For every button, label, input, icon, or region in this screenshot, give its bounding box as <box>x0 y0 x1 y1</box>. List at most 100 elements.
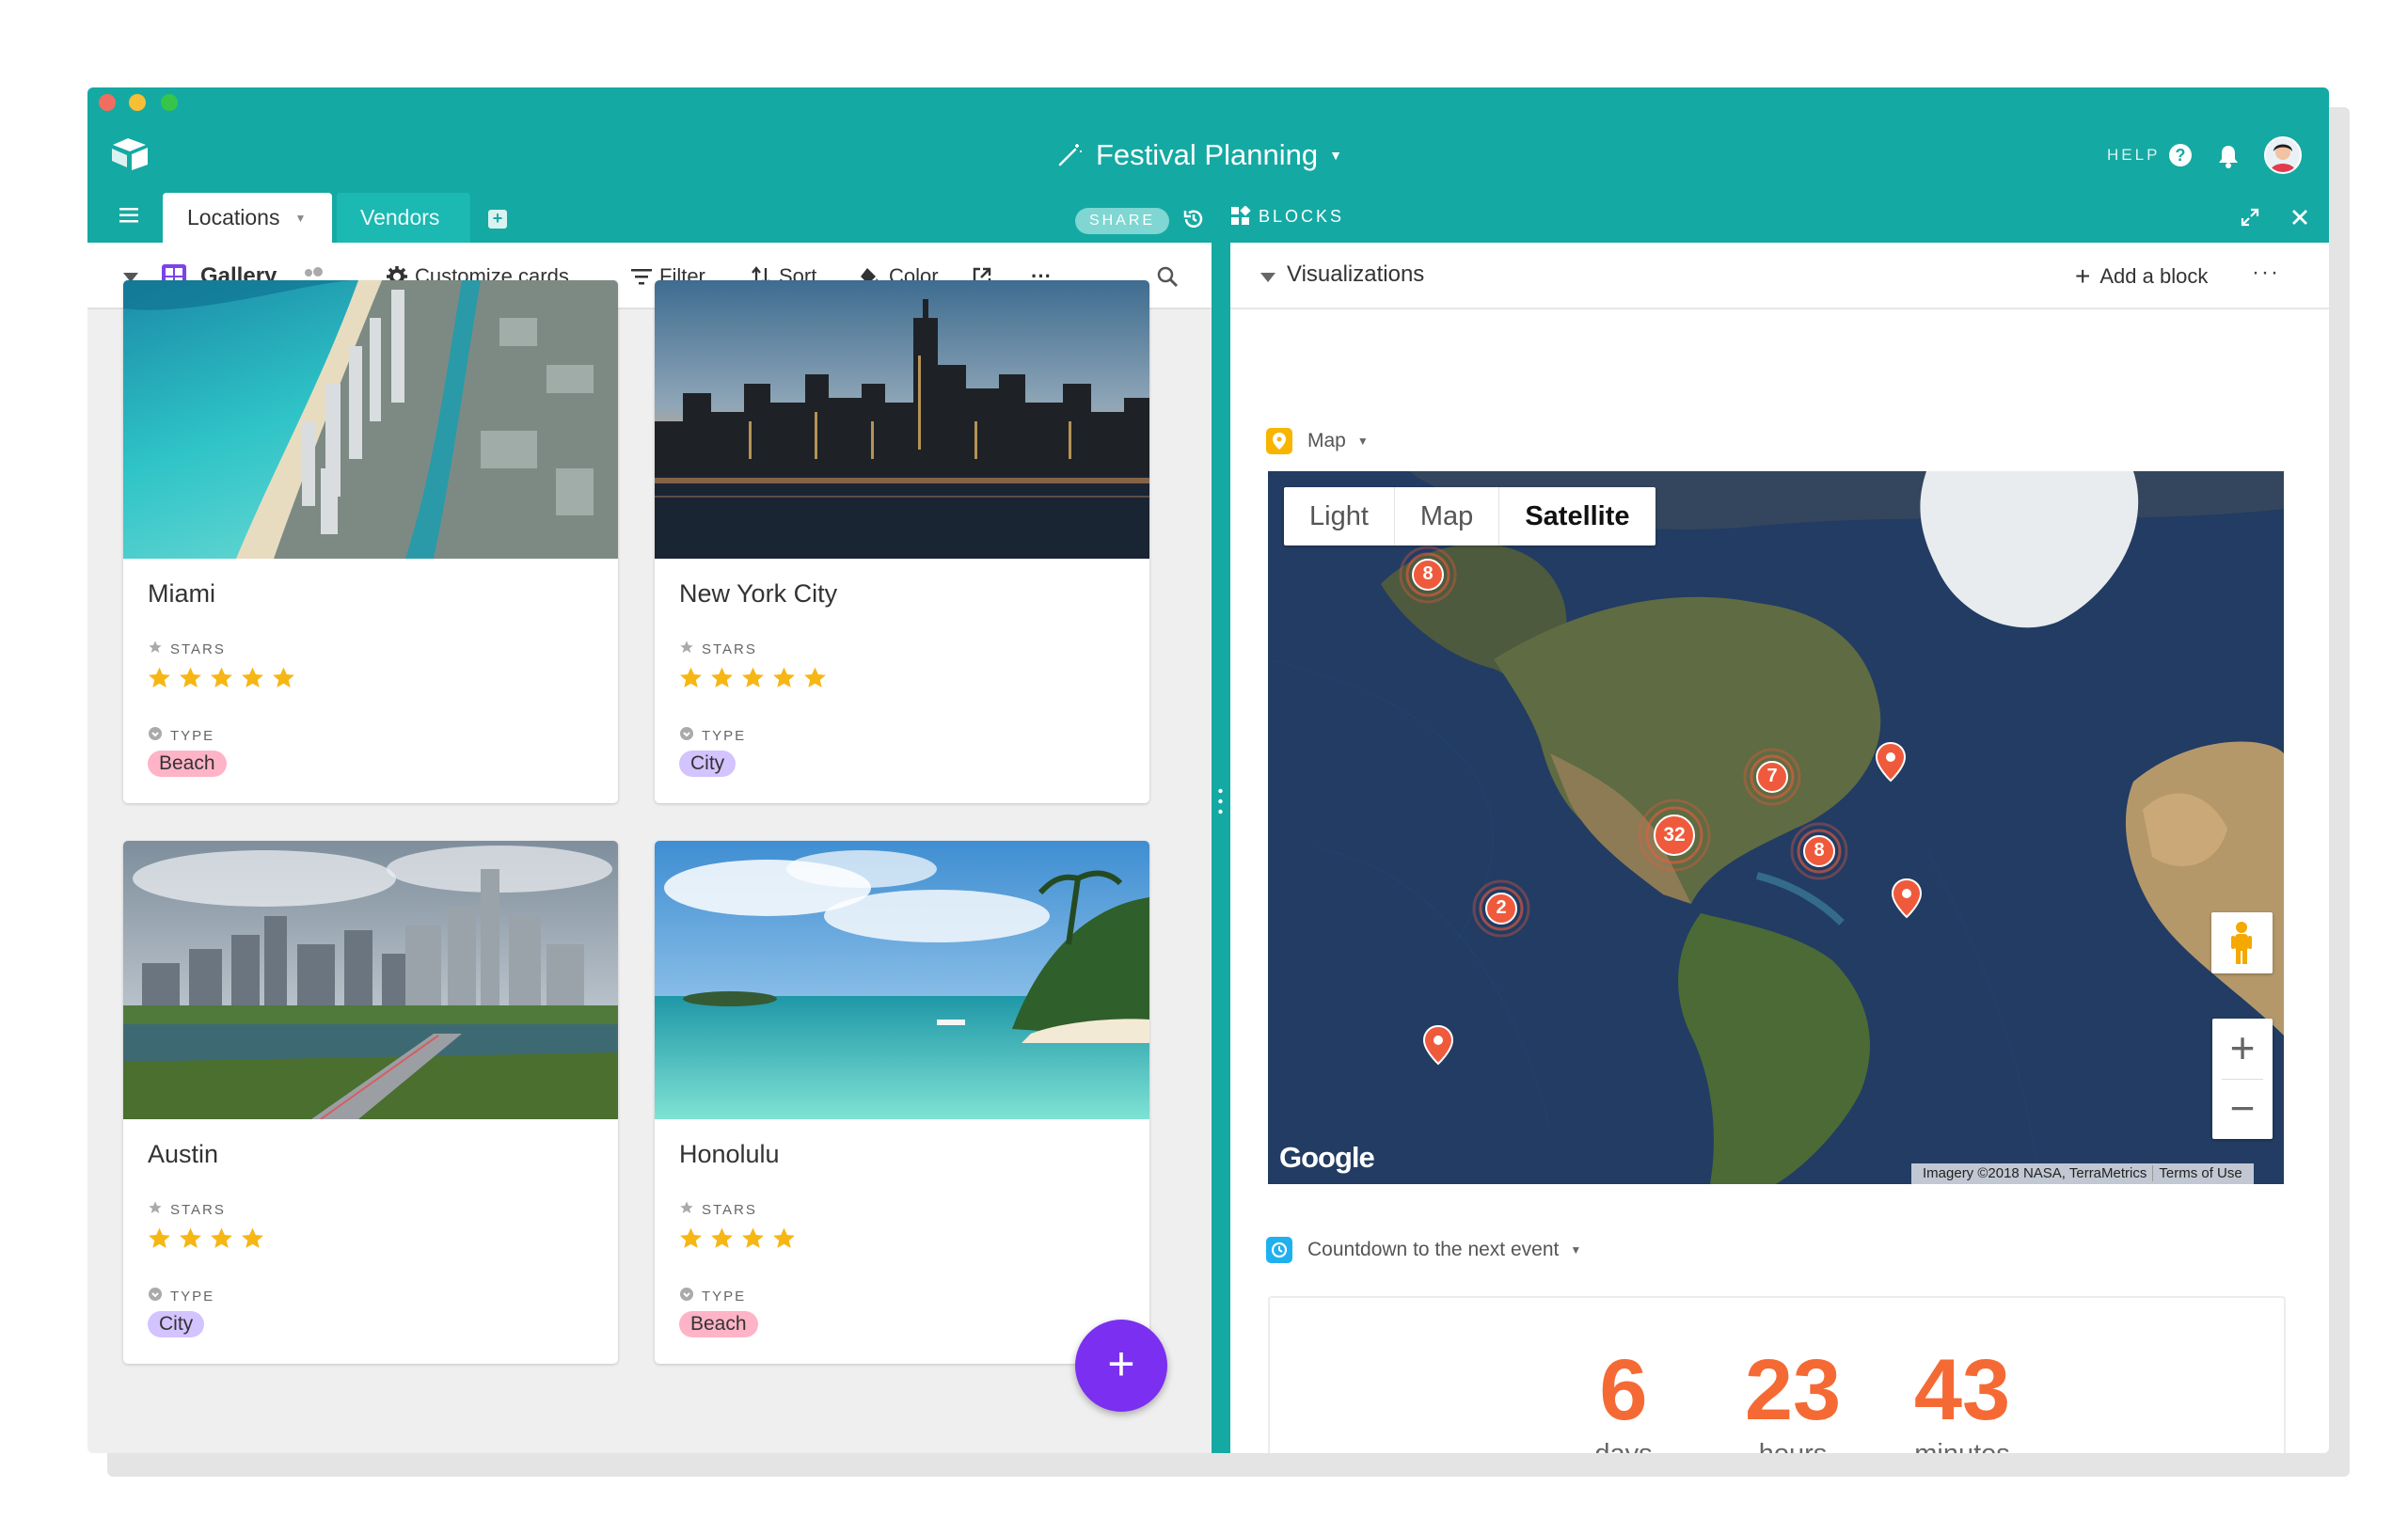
map-cluster-marker[interactable]: 8 <box>1789 821 1849 886</box>
base-title-text: Festival Planning <box>1096 138 1319 171</box>
search-icon[interactable] <box>1156 243 1186 309</box>
map-pin-marker[interactable] <box>1875 741 1907 783</box>
map-block-header[interactable]: Map ▼ <box>1266 428 1369 454</box>
add-block-button[interactable]: + Add a block <box>2075 261 2208 292</box>
star-icon <box>711 1227 733 1248</box>
countdown-minutes-value: 43 <box>1913 1342 2011 1438</box>
zoom-out-button[interactable]: − <box>2212 1079 2273 1139</box>
blocks-more-button[interactable]: ··· <box>2252 260 2280 286</box>
cluster-count: 7 <box>1766 766 1778 786</box>
map-attribution: Imagery ©2018 NASA, TerraMetrics Terms of… <box>1911 1163 2254 1184</box>
app-window: Festival Planning ▼ HELP ? Locations ▼ V… <box>87 87 2329 1453</box>
pane-divider[interactable] <box>1212 243 1230 1453</box>
airtable-logo-icon[interactable] <box>110 136 150 170</box>
tab-label: Locations <box>187 205 280 229</box>
type-badge: City <box>679 751 737 777</box>
satellite-map[interactable]: 8 7 32 8 2 Light Map Satellite + − Googl… <box>1268 471 2284 1184</box>
star-outline-icon <box>148 1200 163 1219</box>
base-title[interactable]: Festival Planning ▼ <box>1056 136 1342 174</box>
map-cluster-marker[interactable]: 8 <box>1398 545 1458 609</box>
type-field-label: TYPE <box>148 726 214 745</box>
google-logo: Google <box>1279 1141 1375 1174</box>
countdown-minutes-label: minutes <box>1887 1439 2037 1453</box>
star-icon <box>211 1227 232 1248</box>
countdown-block-name: Countdown to the next event <box>1307 1239 1560 1260</box>
map-pin-marker[interactable] <box>1422 1024 1454 1066</box>
star-icon <box>273 667 294 688</box>
single-select-icon <box>148 1287 163 1305</box>
street-view-pegman-icon[interactable] <box>2211 912 2273 973</box>
single-select-icon <box>148 726 163 745</box>
star-icon <box>211 667 232 688</box>
zoom-separator <box>2222 1079 2263 1080</box>
star-icon <box>242 1227 263 1248</box>
user-avatar[interactable] <box>2264 136 2302 174</box>
help-label[interactable]: HELP <box>2107 146 2160 165</box>
history-icon[interactable] <box>1182 208 1205 230</box>
app-header: Festival Planning ▼ HELP ? Locations ▼ V… <box>87 87 2329 243</box>
star-rating <box>679 1226 803 1250</box>
zoom-in-button[interactable]: + <box>2212 1019 2273 1079</box>
map-cluster-marker[interactable]: 32 <box>1637 798 1712 878</box>
record-card-miami[interactable]: Miami STARS TYPE Beach <box>123 280 618 803</box>
type-badge: City <box>148 1311 205 1337</box>
imagery-credit: Imagery ©2018 NASA, TerraMetrics <box>1923 1165 2147 1181</box>
star-icon <box>680 1227 702 1248</box>
countdown-days: 6 days <box>1548 1343 1699 1453</box>
help-icon[interactable]: ? <box>2169 144 2192 166</box>
maximize-window-dot[interactable] <box>161 94 178 111</box>
map-cluster-marker[interactable]: 7 <box>1742 747 1802 812</box>
star-icon <box>742 667 764 688</box>
star-icon <box>149 1227 170 1248</box>
stars-field-label: STARS <box>679 640 757 658</box>
bell-icon[interactable] <box>2218 144 2239 168</box>
tab-label: Vendors <box>360 205 440 229</box>
star-rating <box>148 666 303 689</box>
chevron-down-icon[interactable] <box>1260 273 1275 282</box>
type-field-label: TYPE <box>679 1287 746 1305</box>
star-icon <box>242 667 263 688</box>
blocks-button[interactable]: BLOCKS <box>1230 206 1344 227</box>
star-icon <box>680 667 702 688</box>
type-badge: Beach <box>148 751 227 777</box>
map-type-map[interactable]: Map <box>1395 487 1500 546</box>
map-pin-marker[interactable] <box>1891 878 1923 919</box>
record-card-austin[interactable]: Austin STARS TYPE City <box>123 841 618 1364</box>
close-window-dot[interactable] <box>99 94 116 111</box>
add-table-icon[interactable]: + <box>488 210 507 229</box>
type-field-label: TYPE <box>148 1287 214 1305</box>
map-cluster-marker[interactable]: 2 <box>1471 878 1531 943</box>
hamburger-menu-icon[interactable] <box>119 208 138 223</box>
star-outline-icon <box>679 640 694 658</box>
chevron-down-icon[interactable]: ▼ <box>294 212 306 225</box>
card-cover-image <box>655 841 1149 1119</box>
tab-vendors[interactable]: Vendors <box>337 193 470 243</box>
blocks-label: BLOCKS <box>1259 206 1345 226</box>
star-icon <box>180 667 201 688</box>
map-zoom-control: + − <box>2212 1019 2273 1139</box>
countdown-block-header[interactable]: Countdown to the next event ▼ <box>1266 1237 1581 1263</box>
cluster-count: 8 <box>1422 563 1434 584</box>
countdown-hours-label: hours <box>1718 1439 1868 1453</box>
record-card-honolulu[interactable]: Honolulu STARS TYPE Beach <box>655 841 1149 1364</box>
countdown-days-value: 6 <box>1599 1342 1648 1438</box>
record-card-new-york-city[interactable]: New York City STARS TYPE City <box>655 280 1149 803</box>
countdown-days-label: days <box>1548 1439 1699 1453</box>
tab-locations[interactable]: Locations ▼ <box>163 193 332 243</box>
cluster-count: 2 <box>1496 897 1507 918</box>
resize-handle-icon[interactable] <box>1218 788 1223 814</box>
countdown-hours: 23 hours <box>1718 1343 1868 1453</box>
chevron-down-icon: ▼ <box>1356 435 1369 448</box>
card-title: Miami <box>148 579 215 608</box>
filter-icon <box>631 268 652 284</box>
share-button[interactable]: SHARE <box>1075 208 1169 234</box>
terms-of-use-link[interactable]: Terms of Use <box>2152 1165 2248 1181</box>
expand-icon[interactable] <box>2241 208 2259 227</box>
close-icon[interactable] <box>2290 208 2309 227</box>
minimize-window-dot[interactable] <box>129 94 146 111</box>
map-type-satellite[interactable]: Satellite <box>1499 487 1655 546</box>
countdown-hours-value: 23 <box>1744 1342 1842 1438</box>
star-outline-icon <box>679 1200 694 1219</box>
map-type-light[interactable]: Light <box>1284 487 1395 546</box>
add-record-button[interactable]: + <box>1075 1320 1167 1412</box>
